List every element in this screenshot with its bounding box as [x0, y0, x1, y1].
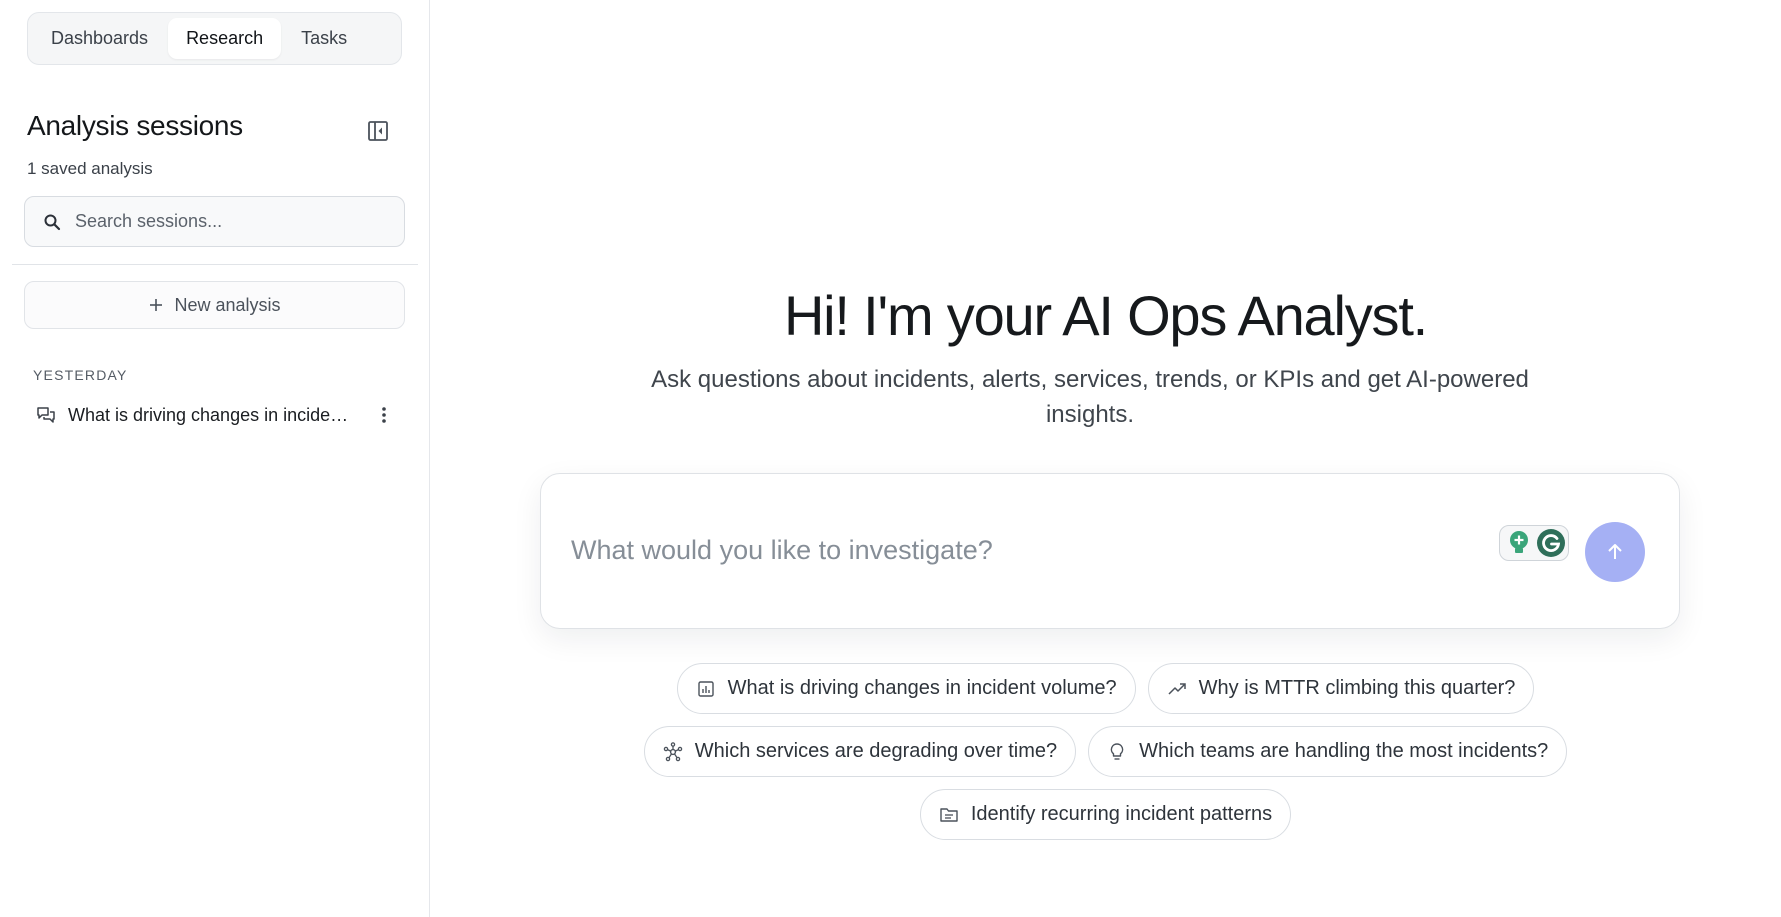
page-title: Hi! I'm your AI Ops Analyst. [783, 284, 1428, 347]
lightbulb-icon [1110, 742, 1124, 760]
suggestion-chip-label: Why is MTTR climbing this quarter? [1198, 677, 1516, 699]
suggestion-chip-label: Which services are degrading over time? [694, 740, 1058, 762]
suggestion-chip-label: Which teams are handling the most incide… [1139, 740, 1549, 762]
suggestion-chip[interactable]: Why is MTTR climbing this quarter? [1147, 663, 1535, 714]
session-item[interactable]: What is driving changes in incident volu… [24, 396, 405, 434]
sessions-title: Analysis sessions [27, 110, 243, 141]
suggestion-chip-label: What is driving changes in incident volu… [727, 677, 1117, 699]
app-root: Dashboards Research Tasks Analysis sessi… [0, 0, 1781, 917]
folder-icon [940, 807, 958, 822]
page-subtitle: Ask questions about incidents, alerts, s… [651, 366, 1529, 428]
sidebar: Dashboards Research Tasks Analysis sessi… [0, 0, 430, 917]
search-icon [44, 214, 61, 230]
tab-tasks[interactable]: Tasks [283, 18, 365, 59]
suggestion-chips: What is driving changes in incident volu… [430, 663, 1781, 852]
suggestion-chip[interactable]: Identify recurring incident patterns [919, 789, 1292, 840]
send-button[interactable] [1585, 522, 1645, 582]
sidebar-divider [12, 264, 418, 265]
suggestion-chip-label: Identify recurring incident patterns [970, 803, 1273, 825]
session-item-title: What is driving changes in incident volu… [68, 404, 352, 425]
more-options-icon[interactable] [374, 405, 394, 425]
group-label-yesterday: YESTERDAY [33, 367, 128, 383]
suggestion-chip[interactable]: Which teams are handling the most incide… [1088, 726, 1568, 777]
bar-chart-icon [697, 680, 714, 697]
new-analysis-label: New analysis [174, 294, 281, 315]
main-panel: Hi! I'm your AI Ops Analyst. Ask questio… [430, 0, 1781, 917]
lightbulb-plus-icon[interactable] [1506, 529, 1532, 557]
composer [540, 473, 1680, 629]
grammarly-icon[interactable] [1536, 528, 1566, 558]
extension-badges[interactable] [1499, 525, 1569, 561]
search-sessions-box[interactable] [24, 196, 405, 247]
suggestion-chip[interactable]: Which services are degrading over time? [643, 726, 1077, 777]
mode-switcher: Dashboards Research Tasks [27, 12, 402, 65]
new-analysis-button[interactable]: New analysis [24, 281, 405, 329]
saved-count: 1 saved analysis [27, 159, 153, 178]
chat-bubbles-icon [37, 407, 55, 423]
tab-dashboards[interactable]: Dashboards [33, 18, 166, 59]
collapse-sidebar-icon[interactable] [367, 120, 389, 142]
plus-icon [150, 299, 163, 311]
arrow-up-icon [1608, 544, 1622, 559]
network-icon [663, 741, 682, 761]
trend-up-icon [1168, 682, 1186, 695]
suggestion-chip[interactable]: What is driving changes in incident volu… [676, 663, 1136, 714]
investigate-input[interactable] [571, 524, 1471, 576]
search-sessions-input[interactable] [75, 211, 375, 232]
tab-research[interactable]: Research [168, 18, 282, 59]
